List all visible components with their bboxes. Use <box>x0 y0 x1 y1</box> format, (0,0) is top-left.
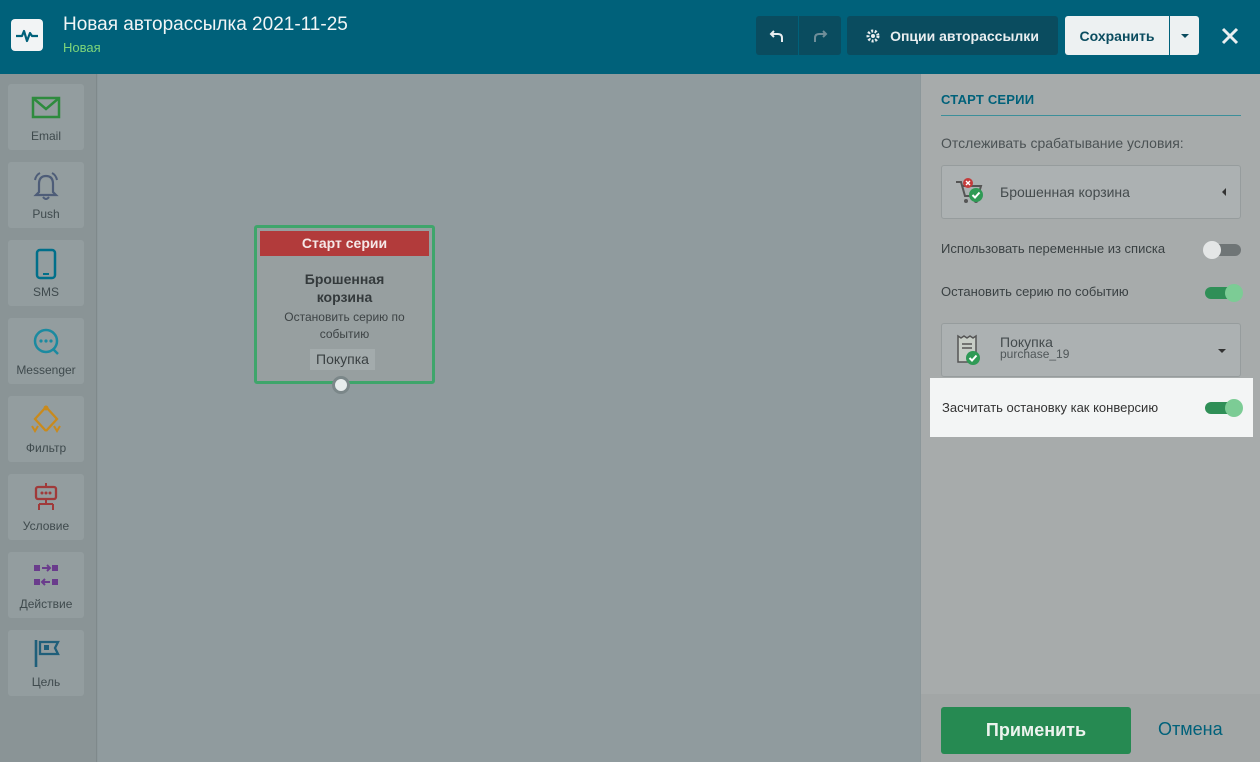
tool-action[interactable]: Действие <box>8 552 84 618</box>
panel-divider <box>941 115 1241 116</box>
envelope-icon <box>31 96 61 119</box>
condition-icon <box>34 483 58 510</box>
tool-label: SMS <box>32 285 59 299</box>
flag-icon <box>34 640 60 667</box>
undo-button[interactable] <box>756 16 798 55</box>
conversion-option-row: Засчитать остановку как конверсию <box>930 378 1253 437</box>
node-subtitle: Остановить серию по событию <box>284 310 405 341</box>
node-header: Старт серии <box>260 231 429 256</box>
panel-title: СТАРТ СЕРИИ <box>941 92 1035 107</box>
stop-event-code: purchase_19 <box>1000 347 1070 361</box>
caret-down-icon <box>1218 349 1226 353</box>
app-logo <box>11 19 43 51</box>
condition-select-value: Брошенная корзина <box>1000 184 1130 200</box>
tool-label: Условие <box>22 519 70 533</box>
tool-condition[interactable]: Условие <box>8 474 84 540</box>
close-icon <box>1221 27 1239 45</box>
close-button[interactable] <box>1214 20 1246 52</box>
tool-filter[interactable]: Фильтр <box>8 396 84 462</box>
tool-label: Цель <box>31 675 61 689</box>
redo-button[interactable] <box>799 16 841 55</box>
workflow-canvas[interactable] <box>98 74 920 762</box>
caret-down-icon <box>1180 33 1189 38</box>
caret-left-icon <box>1222 188 1226 196</box>
conversion-label: Засчитать остановку как конверсию <box>942 400 1159 415</box>
apply-button[interactable]: Применить <box>941 707 1131 754</box>
gear-icon <box>866 29 880 42</box>
campaign-status: Новая <box>63 40 101 55</box>
stop-event-select[interactable]: Покупка purchase_19 <box>941 323 1241 377</box>
action-icon <box>34 564 58 586</box>
condition-select[interactable]: Брошенная корзина <box>941 165 1241 219</box>
filter-icon <box>31 405 61 433</box>
abandoned-cart-icon <box>956 178 983 203</box>
top-bar: Новая авторассылка 2021-11-25 Новая Опци… <box>0 0 1260 74</box>
tool-email[interactable]: Email <box>8 84 84 150</box>
redo-icon <box>814 29 828 42</box>
track-condition-label: Отслеживать срабатывание условия: <box>941 135 1184 151</box>
undo-icon <box>769 29 783 42</box>
conversion-toggle[interactable] <box>1205 399 1243 417</box>
tool-messenger[interactable]: Messenger <box>8 318 84 384</box>
element-toolbox: Email Push SMS Messenger Фильтр Условие … <box>0 74 97 762</box>
cancel-button[interactable]: Отмена <box>1158 719 1223 740</box>
tool-push[interactable]: Push <box>8 162 84 228</box>
bell-icon <box>33 172 59 200</box>
campaign-options-button[interactable]: Опции авторассылки <box>847 16 1058 55</box>
tool-label: Действие <box>19 597 73 611</box>
tool-label: Push <box>32 207 60 221</box>
campaign-options-label: Опции авторассылки <box>890 27 1039 44</box>
use-vars-label: Использовать переменные из списка <box>941 241 1166 256</box>
tool-label: Фильтр <box>25 441 67 455</box>
tool-sms[interactable]: SMS <box>8 240 84 306</box>
tool-label: Email <box>30 129 61 143</box>
save-button[interactable]: Сохранить <box>1065 16 1169 55</box>
pulse-icon <box>16 29 38 43</box>
stop-series-label: Остановить серию по событию <box>941 284 1129 299</box>
save-options-dropdown[interactable] <box>1170 16 1199 55</box>
node-event-tag: Покупка <box>310 349 375 370</box>
tool-goal[interactable]: Цель <box>8 630 84 696</box>
stop-series-toggle[interactable] <box>1205 284 1243 302</box>
receipt-check-icon <box>957 334 980 365</box>
campaign-title[interactable]: Новая авторассылка 2021-11-25 <box>63 14 348 36</box>
start-series-node[interactable]: Старт серии Брошенная корзина Остановить… <box>254 225 435 384</box>
phone-icon <box>35 248 57 280</box>
chat-icon <box>33 328 59 355</box>
use-vars-toggle[interactable] <box>1203 241 1241 259</box>
node-title: Брошенная корзина <box>304 271 385 305</box>
node-output-port[interactable] <box>332 376 350 394</box>
tool-label: Messenger <box>16 363 76 377</box>
